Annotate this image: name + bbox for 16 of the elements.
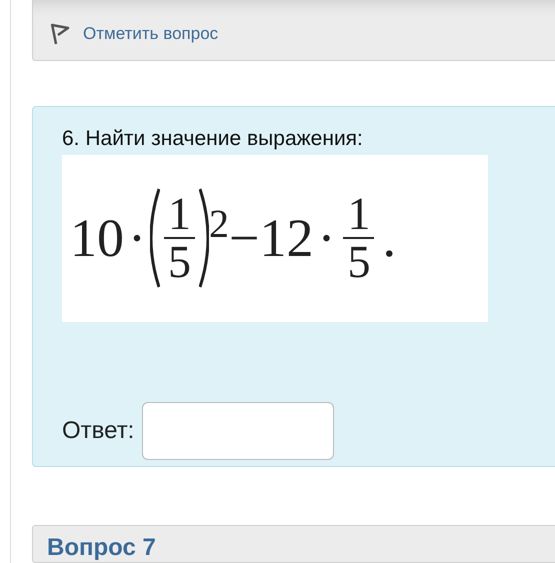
exponent: 2: [208, 200, 229, 248]
flag-icon: [49, 22, 71, 46]
flag-question-link[interactable]: Отметить вопрос: [83, 24, 218, 44]
right-parenthesis-icon: [198, 188, 209, 288]
left-parenthesis-icon: [150, 188, 160, 288]
fraction: 1 5: [164, 191, 195, 286]
formula-operator: ·: [128, 211, 146, 266]
answer-field[interactable]: [142, 402, 334, 460]
formula-operator: ·: [317, 211, 336, 266]
question-number: Вопрос 7: [47, 534, 156, 561]
fraction: 1 5: [343, 191, 374, 286]
answer-label: Ответ:: [62, 416, 134, 445]
formula-operator: .: [382, 211, 396, 266]
formula-term: −12: [228, 211, 314, 266]
question-text: 6. Найти значение выражения:: [62, 126, 364, 151]
formula-term: 10: [70, 211, 124, 266]
